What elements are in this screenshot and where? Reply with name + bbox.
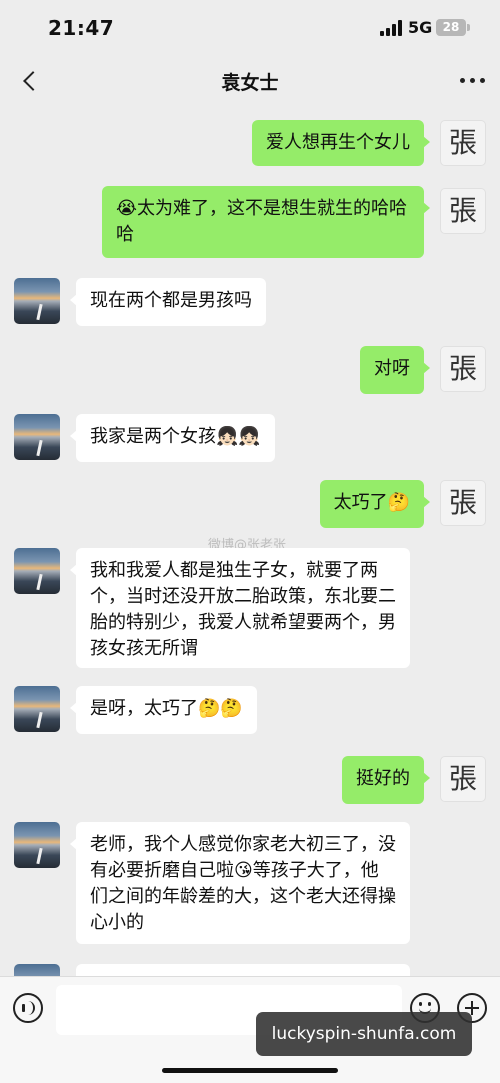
wink-kiss-emoji: 😘: [234, 860, 253, 881]
message-text: 太巧了: [333, 492, 388, 513]
contact-avatar[interactable]: [14, 964, 60, 976]
chat-title: 袁女士: [221, 72, 279, 94]
girl-emoji: 👧🏻👧🏻: [216, 426, 261, 447]
incoming-message[interactable]: 老师，我个人感觉你家老大初三了，没有必要折磨自己啦😘等孩子大了，他们之间的年龄差…: [70, 822, 410, 944]
message-text: 挺好的: [356, 768, 410, 789]
message-list[interactable]: 爱人想再生个女儿 張 😭太为难了，这不是想生就生的哈哈哈 張 现在两个都是男孩吗…: [0, 106, 500, 976]
message-text: 爱人想再生个女儿: [266, 132, 410, 153]
thinking-emoji: 🤔: [387, 492, 410, 513]
incoming-message[interactable]: 是呀，太巧了🤔🤔: [70, 686, 257, 734]
status-time: 21:47: [48, 16, 115, 40]
outgoing-message[interactable]: 太巧了🤔: [319, 480, 431, 528]
contact-avatar[interactable]: [14, 414, 60, 460]
my-avatar[interactable]: 張: [440, 188, 486, 234]
message-text: 太为难了，这不是想生就生的哈哈哈: [116, 198, 408, 245]
battery-cap: [467, 24, 470, 31]
outgoing-message[interactable]: 爱人想再生个女儿: [252, 120, 430, 166]
chat-header: 袁女士: [0, 56, 500, 106]
avatar-char: 張: [448, 486, 477, 519]
my-avatar[interactable]: 張: [440, 346, 486, 392]
contact-avatar[interactable]: [14, 686, 60, 732]
contact-avatar[interactable]: [14, 822, 60, 868]
avatar-char: 張: [448, 352, 477, 385]
my-avatar[interactable]: 張: [440, 120, 486, 166]
crying-laugh-emoji: 😭: [116, 198, 138, 219]
incoming-message[interactable]: 现在两个都是男孩吗: [70, 278, 266, 326]
more-options-icon[interactable]: [460, 78, 486, 84]
incoming-message[interactable]: [76, 964, 410, 976]
avatar-char: 張: [448, 762, 477, 795]
network-type: 5G: [408, 18, 433, 37]
thinking-emoji: 🤔🤔: [198, 698, 243, 719]
message-text: 是呀，太巧了: [90, 698, 198, 719]
signal-icon: [380, 20, 402, 36]
incoming-message[interactable]: 我家是两个女孩👧🏻👧🏻: [70, 414, 275, 462]
outgoing-message[interactable]: 对呀: [360, 346, 430, 394]
my-avatar[interactable]: 張: [440, 756, 486, 802]
status-bar: 21:47 5G 28: [0, 0, 500, 56]
avatar-char: 張: [448, 126, 477, 159]
battery-icon: 28: [436, 19, 466, 36]
message-text: 现在两个都是男孩吗: [90, 290, 252, 311]
voice-icon[interactable]: [13, 993, 43, 1023]
my-avatar[interactable]: 張: [440, 480, 486, 526]
outgoing-message[interactable]: 挺好的: [342, 756, 430, 804]
incoming-message[interactable]: 我和我爱人都是独生子女，就要了两个，当时还没开放二胎政策，东北要二胎的特别少，我…: [70, 548, 410, 668]
message-text: 我家是两个女孩: [90, 426, 216, 447]
outgoing-message[interactable]: 😭太为难了，这不是想生就生的哈哈哈: [102, 186, 430, 258]
contact-avatar[interactable]: [14, 548, 60, 594]
message-text: 对呀: [374, 358, 410, 379]
home-indicator: [162, 1068, 338, 1073]
contact-avatar[interactable]: [14, 278, 60, 324]
avatar-char: 張: [448, 194, 477, 227]
site-watermark: luckyspin-shunfa.com: [256, 1012, 472, 1056]
message-text: 我和我爱人都是独生子女，就要了两个，当时还没开放二胎政策，东北要二胎的特别少，我…: [90, 560, 396, 659]
